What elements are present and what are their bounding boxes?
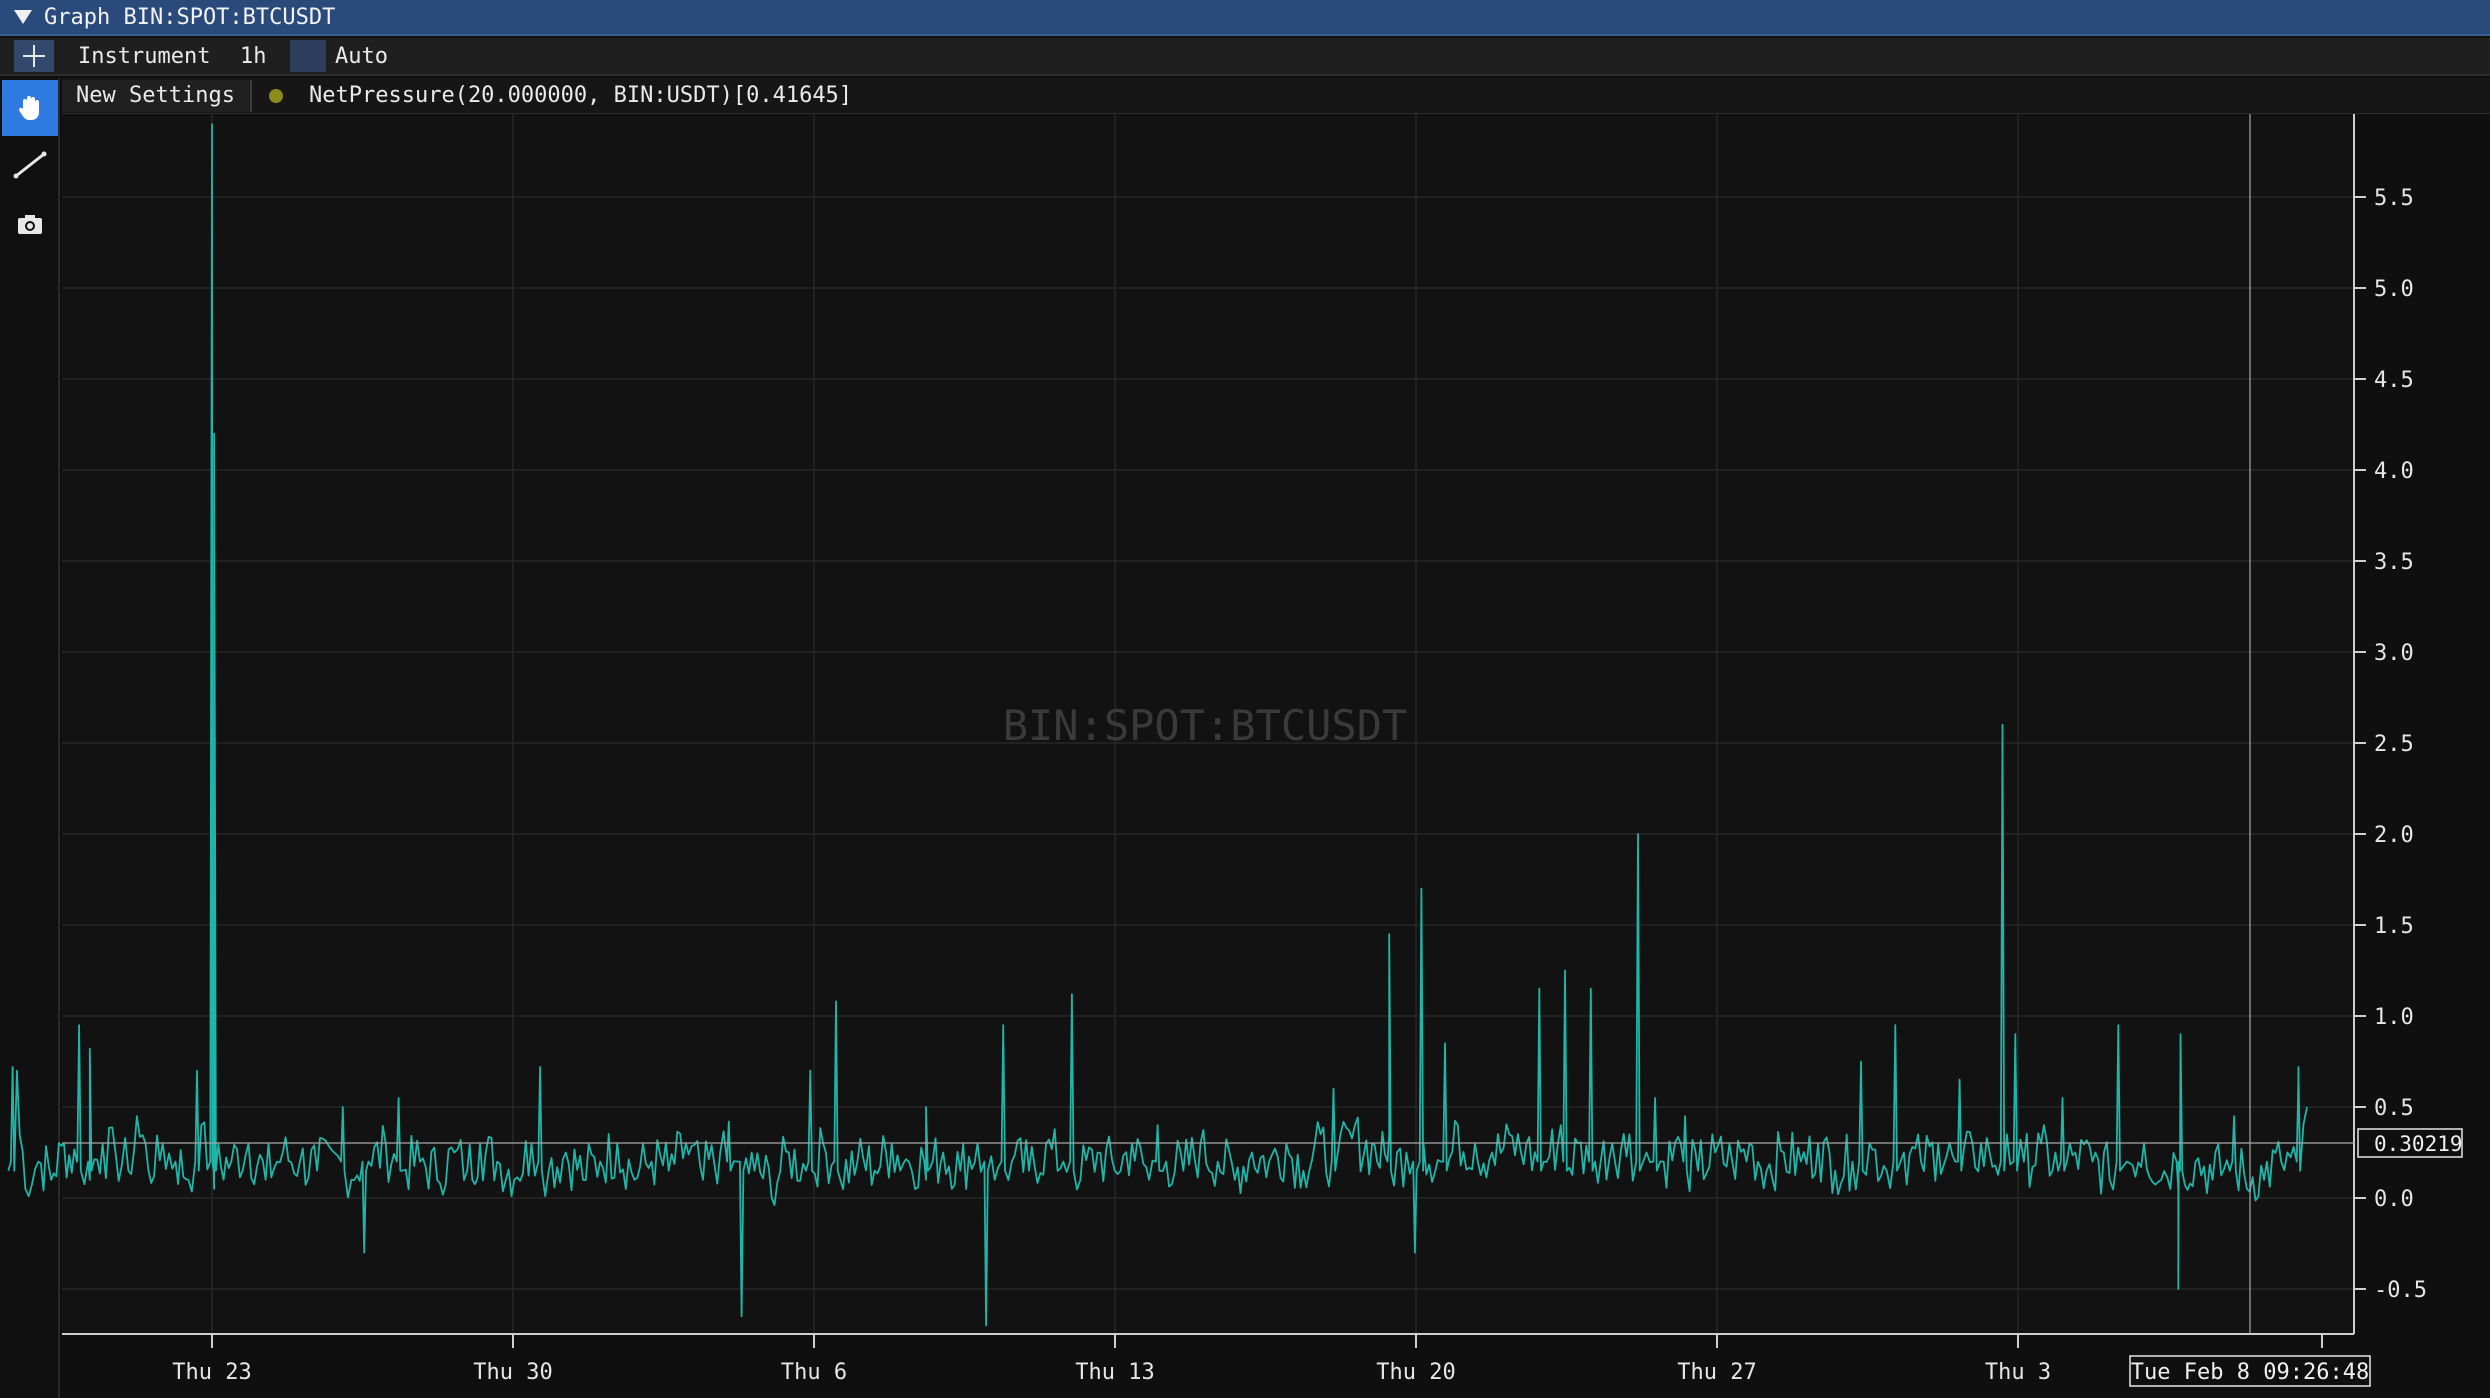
y-tick-label: 0.0 — [2374, 1187, 2414, 1212]
x-tick-label: Thu 20 — [1376, 1360, 1455, 1385]
x-tick-label: Thu 23 — [172, 1360, 251, 1385]
y-tick-label: 4.5 — [2374, 368, 2414, 393]
crosshair-value-label: 0.30219 — [2374, 1132, 2463, 1156]
y-tick-label: 2.0 — [2374, 823, 2414, 848]
y-tick-label: 5.5 — [2374, 186, 2414, 211]
x-axis-ticks: Thu 23 Thu 30 Thu 6 Thu 13 Thu 20 Thu 27 Thu 3 — [172, 1334, 2323, 1385]
y-tick-label: 0.5 — [2374, 1096, 2414, 1121]
y-tick-label: 2.5 — [2374, 732, 2414, 757]
x-tick-label: Thu 13 — [1075, 1360, 1154, 1385]
y-tick-label: 1.0 — [2374, 1005, 2414, 1030]
y-tick-label: 5.0 — [2374, 277, 2414, 302]
x-tick-label: Thu 6 — [781, 1360, 847, 1385]
y-tick-label: 4.0 — [2374, 459, 2414, 484]
x-tick-label: Thu 27 — [1677, 1360, 1756, 1385]
y-tick-label: 1.5 — [2374, 914, 2414, 939]
crosshair-time-label: Tue Feb 8 09:26:48 — [2131, 1360, 2369, 1385]
chart-area[interactable]: BIN:SPOT:BTCUSDT -0.5 0.0 0.5 1.0 1.5 2.0 2.5 3… — [0, 0, 2490, 1398]
x-tick-label: Thu 30 — [473, 1360, 552, 1385]
chart-watermark: BIN:SPOT:BTCUSDT — [1003, 701, 1408, 750]
y-tick-label: -0.5 — [2374, 1278, 2427, 1303]
y-tick-label: 3.5 — [2374, 550, 2414, 575]
y-tick-label: 3.0 — [2374, 641, 2414, 666]
x-tick-label: Thu 3 — [1985, 1360, 2051, 1385]
